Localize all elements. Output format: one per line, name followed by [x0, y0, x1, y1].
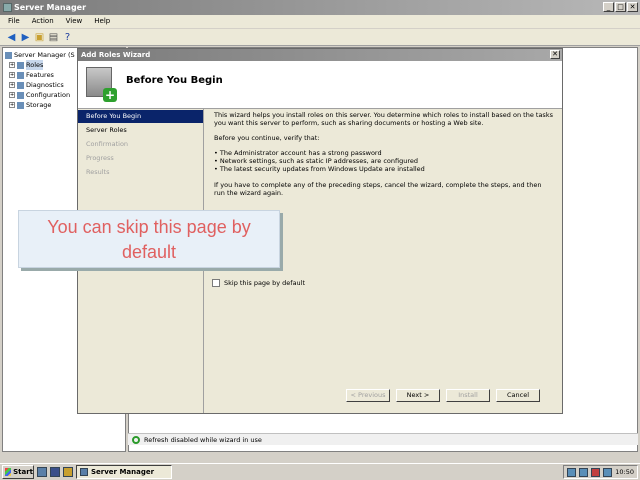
- window-titlebar: Server Manager: [0, 0, 640, 15]
- quicklaunch-powershell-icon[interactable]: [50, 467, 60, 477]
- configuration-icon: [17, 91, 24, 99]
- network-icon[interactable]: [567, 467, 577, 477]
- start-button[interactable]: Start: [2, 465, 34, 479]
- tutorial-callout: You can skip this page by default: [18, 210, 280, 268]
- forward-arrow-icon[interactable]: ▶: [20, 32, 31, 43]
- wizard-step-progress: Progress: [86, 154, 114, 162]
- server-icon: [5, 51, 12, 59]
- callout-line-1: You can skip this page by: [47, 217, 251, 237]
- plus-icon: +: [103, 88, 117, 102]
- skip-page-label: Skip this page by default: [224, 279, 306, 287]
- expand-icon[interactable]: +: [9, 92, 15, 98]
- maximize-button[interactable]: □: [615, 2, 626, 12]
- up-folder-icon[interactable]: ▣: [34, 32, 45, 43]
- verify-item: The latest security updates from Windows…: [214, 165, 554, 173]
- taskbar-server-manager-button[interactable]: Server Manager: [76, 465, 172, 479]
- wizard-step-confirmation: Confirmation: [86, 140, 129, 148]
- diagnostics-icon: [17, 81, 24, 89]
- wizard-page-title: Before You Begin: [126, 75, 223, 86]
- expand-icon[interactable]: +: [9, 82, 15, 88]
- storage-icon: [17, 101, 24, 109]
- quicklaunch-server-manager-icon[interactable]: [37, 467, 47, 477]
- wizard-close-button[interactable]: ✕: [550, 50, 560, 59]
- security-icon[interactable]: [591, 467, 601, 477]
- wizard-titlebar: Add Roles Wizard ✕: [78, 49, 562, 61]
- close-button[interactable]: ✕: [627, 2, 638, 12]
- add-server-icon: +: [86, 67, 117, 102]
- back-arrow-icon[interactable]: ◀: [6, 32, 17, 43]
- install-button[interactable]: Install: [446, 389, 490, 402]
- window-controls: _ □ ✕: [603, 2, 638, 12]
- callout-line-2: default: [121, 242, 177, 262]
- server-manager-icon: [80, 468, 88, 476]
- help-icon[interactable]: ?: [62, 32, 73, 43]
- menu-help[interactable]: Help: [94, 17, 110, 26]
- wizard-header: + Before You Begin: [78, 61, 562, 109]
- app-icon: [3, 3, 12, 12]
- wizard-instructions: If you have to complete any of the prece…: [214, 181, 542, 197]
- features-icon: [17, 71, 24, 79]
- verify-item: The Administrator account has a strong p…: [214, 149, 554, 157]
- expand-icon[interactable]: +: [9, 72, 15, 78]
- menu-file[interactable]: File: [8, 17, 20, 26]
- expand-icon[interactable]: +: [9, 102, 15, 108]
- cancel-button[interactable]: Cancel: [496, 389, 540, 402]
- clock[interactable]: 10:50: [615, 468, 634, 476]
- verify-heading: Before you continue, verify that:: [214, 134, 320, 142]
- volume-icon[interactable]: [579, 467, 589, 477]
- start-label: Start: [13, 468, 33, 476]
- next-button[interactable]: Next >: [396, 389, 440, 402]
- skip-page-checkbox[interactable]: [212, 279, 220, 287]
- roles-icon: [17, 61, 24, 69]
- wizard-step-before-you-begin[interactable]: Before You Begin: [78, 110, 203, 123]
- windows-logo-icon: [5, 468, 12, 476]
- menubar: File Action View Help: [0, 15, 640, 28]
- show-hide-tree-icon[interactable]: ▤: [48, 32, 59, 43]
- verify-list: The Administrator account has a strong p…: [214, 149, 554, 173]
- refresh-icon: [132, 435, 140, 444]
- menu-view[interactable]: View: [66, 17, 83, 26]
- taskbar: Start Server Manager 10:50: [0, 463, 640, 480]
- skip-page-option[interactable]: Skip this page by default: [212, 279, 305, 287]
- minimize-button[interactable]: _: [603, 2, 614, 12]
- window-title: Server Manager: [14, 3, 87, 12]
- expand-icon[interactable]: +: [9, 62, 15, 68]
- toolbar: ◀ ▶ ▣ ▤ ?: [0, 29, 640, 46]
- quicklaunch-explorer-icon[interactable]: [63, 467, 73, 477]
- wizard-intro: This wizard helps you install roles on t…: [214, 111, 553, 127]
- status-bar: Refresh disabled while wizard in use: [128, 433, 638, 445]
- taskbar-task-label: Server Manager: [91, 468, 155, 476]
- status-text: Refresh disabled while wizard in use: [144, 435, 262, 444]
- system-tray: 10:50: [563, 465, 638, 479]
- wizard-step-server-roles[interactable]: Server Roles: [78, 124, 203, 137]
- update-icon[interactable]: [603, 467, 613, 477]
- wizard-buttons: < Previous Next > Install Cancel: [346, 389, 540, 402]
- menu-action[interactable]: Action: [32, 17, 54, 26]
- previous-button[interactable]: < Previous: [346, 389, 390, 402]
- wizard-title: Add Roles Wizard: [81, 51, 151, 59]
- wizard-step-results: Results: [86, 168, 110, 176]
- verify-item: Network settings, such as static IP addr…: [214, 157, 554, 165]
